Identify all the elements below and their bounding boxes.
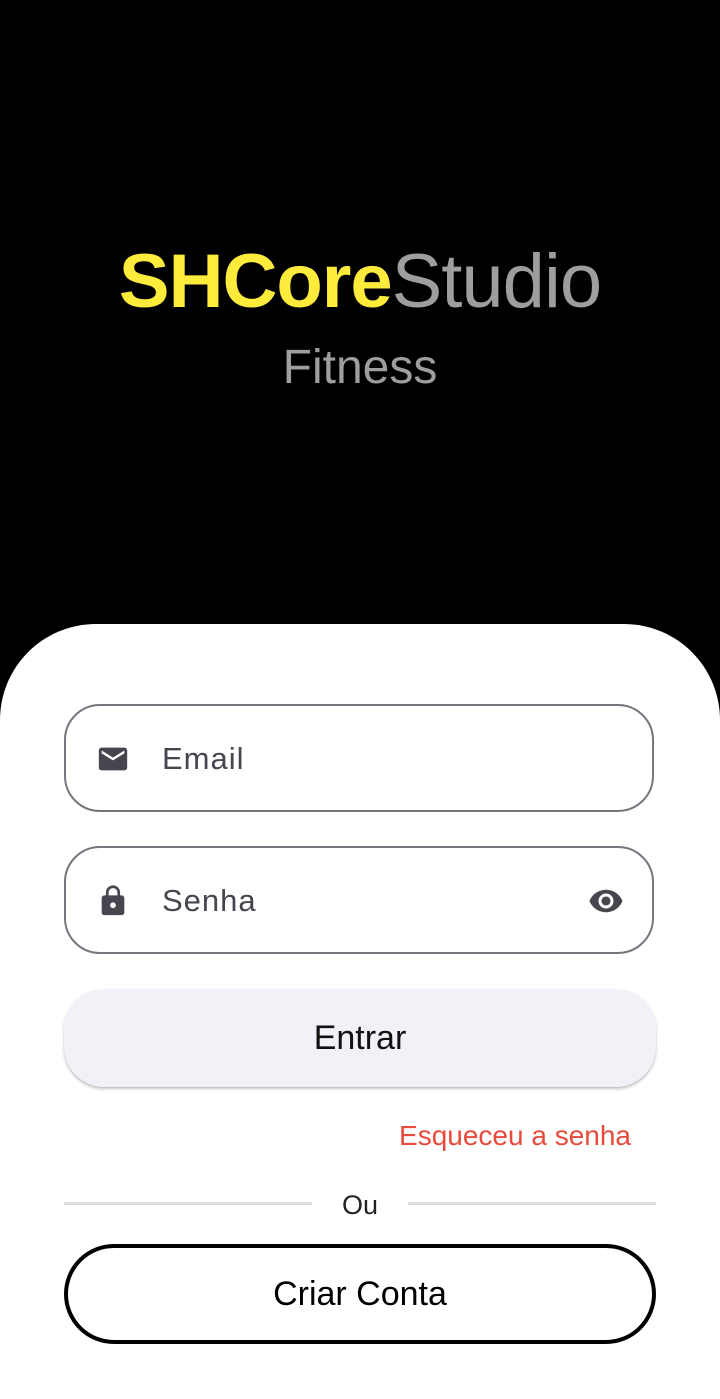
brand-strong: SHCore <box>118 239 393 324</box>
lock-icon <box>101 885 125 916</box>
password-field[interactable]: Senha <box>64 846 654 954</box>
divider-label: Ou <box>341 1190 379 1220</box>
header: SHCoreStudio Fitness <box>0 0 720 640</box>
email-icon <box>98 747 128 771</box>
email-placeholder: Email <box>162 741 245 776</box>
brand-subtitle: Fitness <box>282 341 438 394</box>
divider-line-right <box>408 1202 656 1205</box>
create-account-button[interactable]: Criar Conta <box>64 1244 656 1344</box>
eye-icon[interactable] <box>588 886 624 916</box>
brand-light: Studio <box>391 239 602 324</box>
password-placeholder: Senha <box>162 883 257 918</box>
brand-logo-text: SHCoreStudio <box>0 236 720 328</box>
forgot-password-link[interactable]: Esqueceu a senha <box>399 1118 631 1154</box>
divider-line-left <box>64 1202 312 1205</box>
email-field[interactable]: Email <box>64 704 654 812</box>
login-button[interactable]: Entrar <box>64 989 656 1087</box>
